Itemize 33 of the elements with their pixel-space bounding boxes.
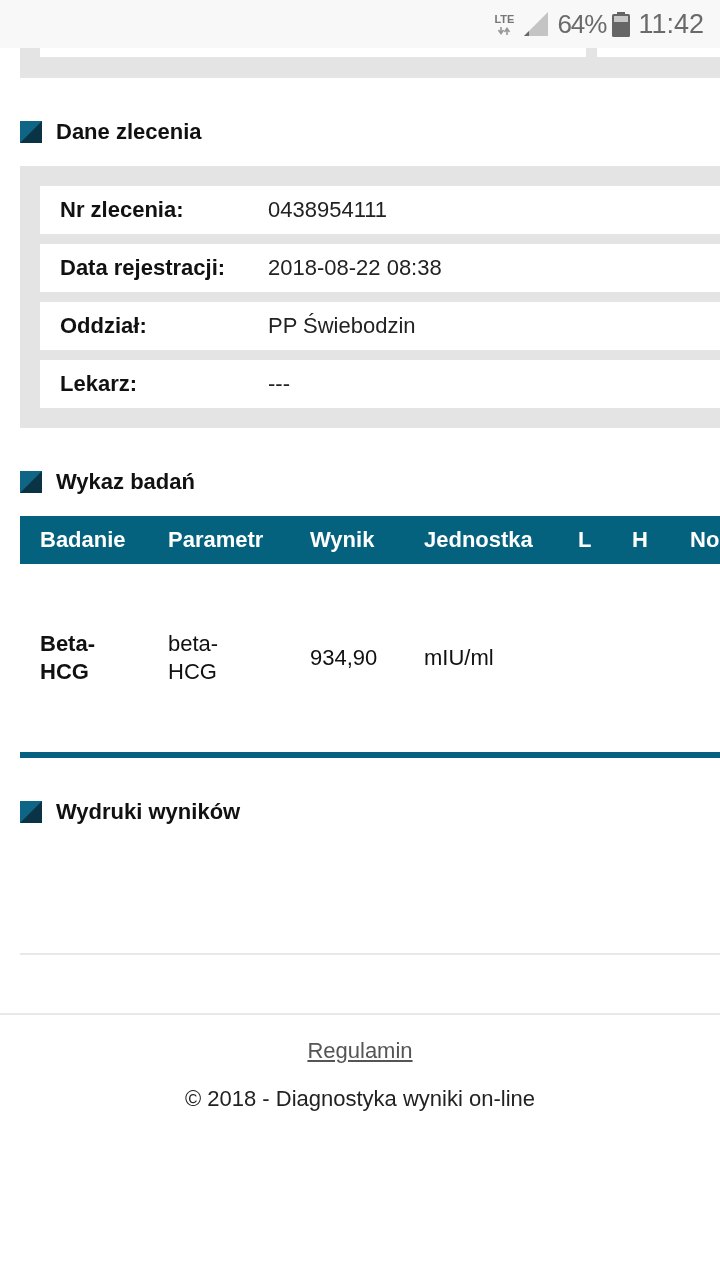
- field-label: Oddział:: [60, 313, 148, 339]
- section-marker-icon: [20, 801, 42, 823]
- field-label: Lekarz:: [60, 371, 139, 397]
- table-cell-text: beta-HCG: [168, 630, 220, 686]
- column-header: Wynik: [310, 527, 376, 553]
- section-marker-icon: [20, 121, 42, 143]
- column-header: No: [690, 527, 720, 553]
- table-cell: mIU/ml: [424, 644, 494, 672]
- table-cell-text: Beta-HCG: [40, 630, 96, 686]
- field-value: 2018-08-22 08:38: [268, 255, 442, 281]
- data-arrows-icon: [497, 27, 512, 35]
- battery-icon: [612, 11, 631, 37]
- copyright-text: © 2018 - Diagnostyka wyniki on-line: [184, 1085, 535, 1113]
- column-header: Parametr: [168, 527, 265, 553]
- column-header: L: [578, 527, 593, 553]
- table-cell: 934,90: [310, 644, 378, 672]
- battery-percent: 64%: [557, 9, 607, 39]
- network-type-label: LTE: [494, 13, 515, 25]
- field-value: PP Świebodzin: [268, 313, 416, 339]
- section-title: Wydruki wyników: [56, 799, 241, 825]
- section-title: Wykaz badań: [56, 469, 195, 495]
- column-header: Jednostka: [424, 527, 534, 553]
- section-marker-icon: [20, 471, 42, 493]
- column-header: H: [632, 527, 649, 553]
- field-label: Nr zlecenia:: [60, 197, 185, 223]
- column-header: Badanie: [40, 527, 127, 553]
- section-title: Dane zlecenia: [56, 119, 202, 145]
- field-value: 0438954111: [268, 197, 388, 223]
- field-label: Data rejestracji:: [60, 255, 227, 281]
- clock-time: 11:42: [638, 9, 704, 39]
- terms-link[interactable]: Regulamin: [307, 1037, 413, 1065]
- signal-icon: [524, 12, 549, 36]
- field-value: ---: [268, 371, 290, 397]
